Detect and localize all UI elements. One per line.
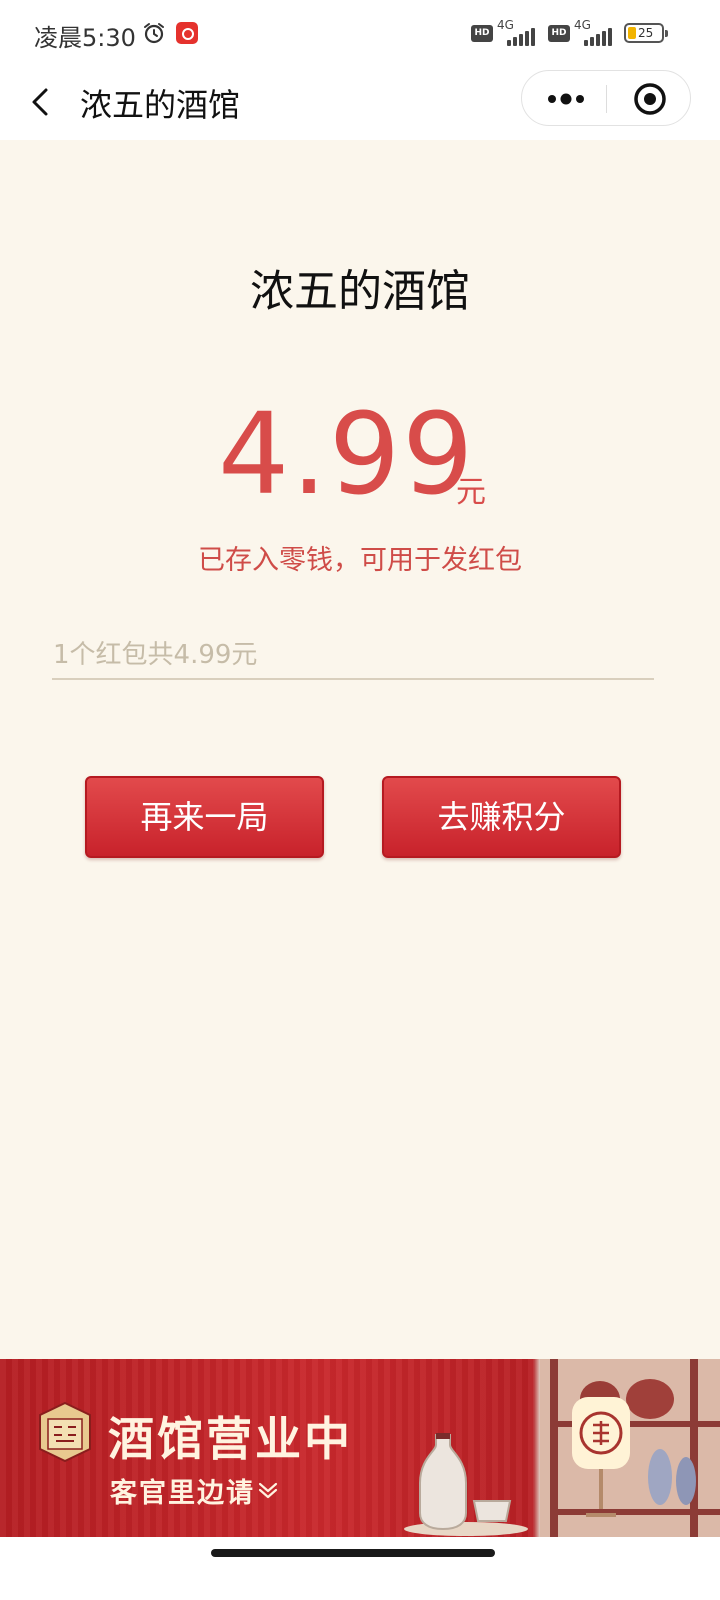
music-app-icon xyxy=(176,22,198,44)
battery-icon: 25 xyxy=(624,23,668,43)
amount-note: 已存入零钱，可用于发红包 xyxy=(198,545,522,576)
red-packet-result: 浓五的酒馆 4.99 元 已存入零钱，可用于发红包 1个红包共4.99元 再来一… xyxy=(0,140,720,1360)
alarm-icon xyxy=(144,23,164,44)
lantern-illustration xyxy=(572,1397,630,1517)
capsule-divider xyxy=(606,85,607,113)
back-icon[interactable] xyxy=(26,82,56,122)
hd-badge: HD xyxy=(471,25,493,42)
status-time: 凌晨5:30 xyxy=(34,24,136,52)
earn-points-button[interactable]: 去赚积分 xyxy=(382,776,621,858)
nav-title: 浓五的酒馆 xyxy=(80,86,241,124)
home-bar-area xyxy=(0,1537,720,1600)
packet-summary: 1个红包共4.99元 xyxy=(53,640,258,670)
mini-program-capsule xyxy=(521,70,691,126)
amount-value: 4.99 xyxy=(218,390,476,520)
promo-banner[interactable]: 酒馆营业中 客官里边请 xyxy=(0,1359,720,1537)
play-again-button[interactable]: 再来一局 xyxy=(85,776,324,858)
page-title: 浓五的酒馆 xyxy=(250,266,470,317)
banner-title: 酒馆营业中 xyxy=(108,1412,353,1466)
hd-badge: HD xyxy=(548,25,570,42)
divider xyxy=(52,678,654,680)
banner-subtitle: 客官里边请 xyxy=(110,1478,255,1509)
battery-level: 25 xyxy=(638,26,654,40)
brand-logo-icon xyxy=(39,1401,91,1463)
chevron-down-icon xyxy=(258,1482,278,1499)
close-icon[interactable] xyxy=(632,81,668,117)
wine-bottle-illustration xyxy=(404,1433,528,1536)
nav-bar: 浓五的酒馆 xyxy=(0,70,720,140)
home-indicator[interactable] xyxy=(211,1549,495,1557)
signal-bars-icon xyxy=(501,26,541,46)
amount-row: 4.99 元 xyxy=(0,395,720,515)
status-bar: 凌晨5:30 HD 4G HD 4G 25 xyxy=(0,0,720,70)
screen: 凌晨5:30 HD 4G HD 4G 25 浓五的酒馆 浓五的酒馆 4.99 元… xyxy=(0,0,720,1600)
amount-unit: 元 xyxy=(456,475,486,510)
signal-bars-icon xyxy=(578,26,618,46)
more-icon[interactable] xyxy=(544,87,588,111)
